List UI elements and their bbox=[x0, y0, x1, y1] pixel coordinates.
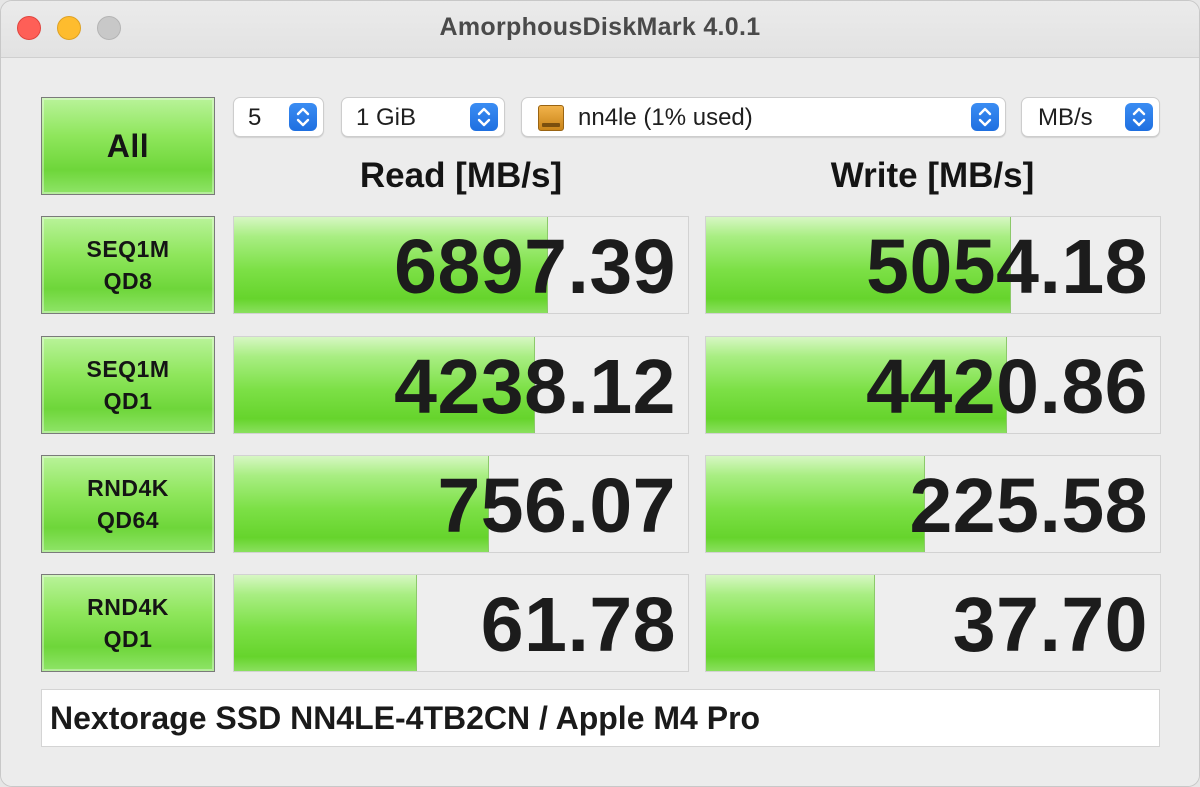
unit-select[interactable]: MB/s bbox=[1021, 97, 1160, 137]
run-all-button[interactable]: All bbox=[41, 97, 215, 195]
read-result-cell: 756.07 bbox=[233, 455, 689, 553]
app-window: AmorphousDiskMark 4.0.1 All 5 1 GiB nn4l… bbox=[0, 0, 1200, 787]
write-result-cell: 5054.18 bbox=[705, 216, 1161, 314]
test-label-line2: QD1 bbox=[103, 626, 153, 652]
run-all-label: All bbox=[106, 128, 150, 164]
read-result-value: 756.07 bbox=[437, 463, 676, 549]
write-result-value: 4420.86 bbox=[866, 344, 1148, 430]
unit-select-value: MB/s bbox=[1038, 104, 1093, 131]
write-result-bar bbox=[706, 575, 875, 671]
title-bar: AmorphousDiskMark 4.0.1 bbox=[1, 1, 1199, 58]
seq1m-qd1-button[interactable]: SEQ1M QD1 bbox=[41, 336, 215, 434]
test-label-line1: RND4K bbox=[87, 594, 169, 620]
test-count-value: 5 bbox=[248, 104, 262, 131]
window-title: AmorphousDiskMark 4.0.1 bbox=[439, 13, 761, 41]
read-result-cell: 4238.12 bbox=[233, 336, 689, 434]
chevron-up-down-icon bbox=[971, 103, 999, 131]
drive-select-value: nn4le (1% used) bbox=[578, 104, 753, 131]
drive-select[interactable]: nn4le (1% used) bbox=[521, 97, 1006, 137]
chevron-up-down-icon bbox=[470, 103, 498, 131]
test-label-line2: QD1 bbox=[103, 388, 153, 414]
write-result-value: 5054.18 bbox=[866, 224, 1148, 310]
write-result-cell: 225.58 bbox=[705, 455, 1161, 553]
seq1m-qd8-button[interactable]: SEQ1M QD8 bbox=[41, 216, 215, 314]
test-label-line2: QD8 bbox=[103, 268, 153, 294]
test-label-line1: RND4K bbox=[87, 475, 169, 501]
read-result-value: 61.78 bbox=[480, 582, 676, 668]
test-size-select[interactable]: 1 GiB bbox=[341, 97, 505, 137]
read-result-value: 4238.12 bbox=[394, 344, 676, 430]
rnd4k-qd1-button[interactable]: RND4K QD1 bbox=[41, 574, 215, 672]
read-result-cell: 61.78 bbox=[233, 574, 689, 672]
read-result-cell: 6897.39 bbox=[233, 216, 689, 314]
rnd4k-qd64-button[interactable]: RND4K QD64 bbox=[41, 455, 215, 553]
write-result-bar bbox=[706, 456, 925, 552]
write-result-value: 225.58 bbox=[909, 463, 1148, 549]
test-label-line1: SEQ1M bbox=[86, 236, 170, 262]
test-count-select[interactable]: 5 bbox=[233, 97, 324, 137]
read-column-header: Read [MB/s] bbox=[359, 156, 563, 195]
write-result-value: 37.70 bbox=[952, 582, 1148, 668]
comment-field[interactable]: Nextorage SSD NN4LE-4TB2CN / Apple M4 Pr… bbox=[41, 689, 1160, 747]
test-label-line2: QD64 bbox=[96, 507, 160, 533]
test-size-value: 1 GiB bbox=[356, 104, 417, 131]
write-result-cell: 37.70 bbox=[705, 574, 1161, 672]
chevron-up-down-icon bbox=[289, 103, 317, 131]
external-drive-icon bbox=[538, 105, 564, 131]
comment-text: Nextorage SSD NN4LE-4TB2CN / Apple M4 Pr… bbox=[50, 700, 761, 736]
chevron-up-down-icon bbox=[1125, 103, 1153, 131]
read-result-value: 6897.39 bbox=[394, 224, 676, 310]
write-result-cell: 4420.86 bbox=[705, 336, 1161, 434]
read-result-bar bbox=[234, 575, 417, 671]
test-label-line1: SEQ1M bbox=[86, 356, 170, 382]
write-column-header: Write [MB/s] bbox=[830, 156, 1035, 195]
